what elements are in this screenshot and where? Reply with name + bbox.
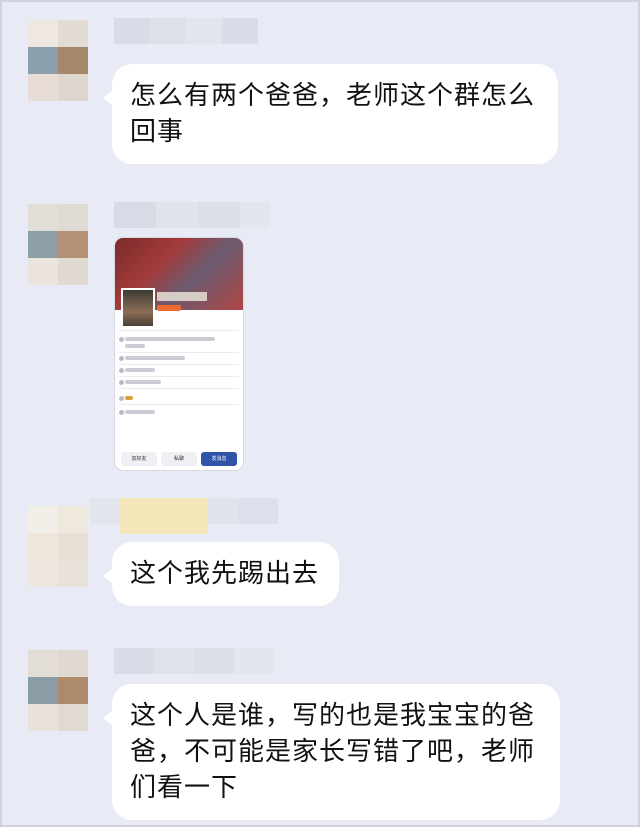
sender-name-blurred (114, 18, 258, 44)
avatar[interactable] (28, 204, 88, 285)
profile-name-blurred (157, 292, 207, 301)
sender-name-blurred (90, 498, 278, 534)
private-chat-button[interactable]: 私聊 (161, 452, 197, 466)
message-text: 怎么有两个爸爸，老师这个群怎么回事 (130, 81, 536, 147)
send-message-button[interactable]: 发消息 (201, 452, 237, 466)
avatar[interactable] (28, 650, 88, 731)
message-bubble[interactable]: 这个我先踢出去 (102, 542, 340, 606)
sender-name-blurred (114, 202, 270, 228)
message-bubble[interactable]: 这个人是谁，写的也是我宝宝的爸爸，不可能是家长写错了吧，老师们看一下 (103, 684, 560, 820)
add-friend-button[interactable]: 加好友 (121, 452, 157, 466)
shared-screenshot-image[interactable]: 加好友 私聊 发消息 (115, 238, 243, 470)
avatar[interactable] (28, 20, 88, 101)
avatar[interactable] (28, 506, 88, 587)
message-text: 这个人是谁，写的也是我宝宝的爸爸，不可能是家长写错了吧，老师们看一下 (130, 701, 536, 803)
sender-name-blurred (114, 648, 274, 674)
message-text: 这个我先踢出去 (130, 559, 320, 589)
message-bubble[interactable]: 怎么有两个爸爸，老师这个群怎么回事 (103, 64, 558, 164)
profile-photo (121, 288, 155, 328)
profile-tag (157, 305, 181, 311)
